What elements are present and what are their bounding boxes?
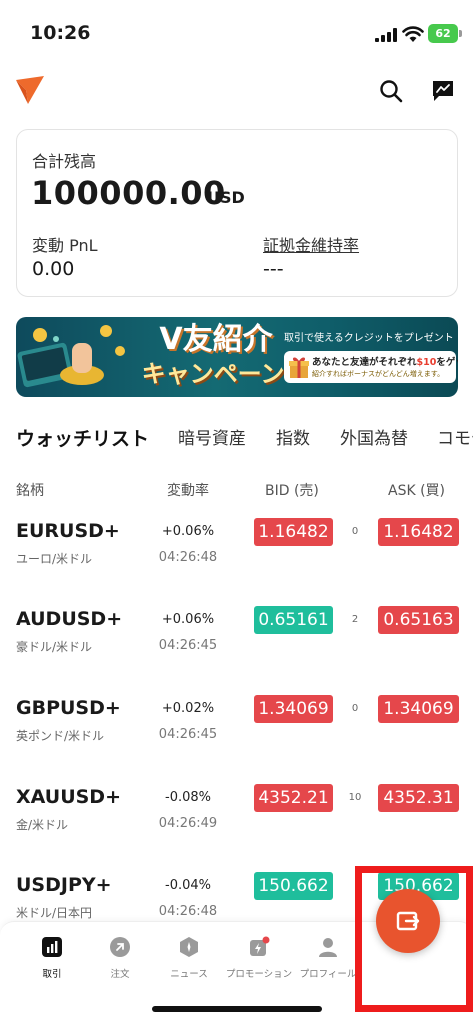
news-icon: [180, 937, 198, 957]
row-name: 米ドル/日本円: [16, 906, 93, 920]
orders-icon: [110, 937, 130, 957]
tab-indices[interactable]: 指数: [276, 424, 310, 449]
row-spread: 10: [348, 792, 362, 803]
balance-currency: USD: [207, 188, 245, 207]
highlight-annotation: [355, 866, 473, 1012]
row-spread: 0: [351, 703, 359, 714]
status-time: 10:26: [30, 22, 91, 44]
total-balance-value: 100000.00: [31, 174, 226, 212]
banner-gift-text: あなたと友達がそれぞれ$10をゲット!: [312, 354, 458, 368]
column-change: 変動率: [167, 483, 209, 499]
row-symbol: AUDUSD+: [16, 608, 123, 630]
row-time: 04:26:48: [158, 904, 218, 919]
row-symbol: XAUUSD+: [16, 786, 122, 808]
bid-price-button[interactable]: 1.34069: [254, 695, 333, 723]
balance-card[interactable]: 合計残高 100000.00 USD 変動 PnL 0.00 証拠金維持率 --…: [16, 129, 458, 297]
row-change: +0.02%: [161, 701, 215, 716]
cellular-signal-icon: [375, 28, 397, 42]
table-row[interactable]: EURUSD+ ユーロ/米ドル +0.06% 04:26:48 1.16482 …: [0, 518, 473, 600]
banner-subtitle: キャンペーン: [141, 360, 285, 388]
row-change: +0.06%: [161, 524, 215, 539]
margin-level-link[interactable]: 証拠金維持率: [263, 232, 359, 256]
banner-illustration-icon: [17, 325, 125, 388]
row-spread: 0: [351, 526, 359, 537]
promo-banner[interactable]: V友紹介 キャンペーン 取引で使えるクレジットをプレゼント あなたと友達がそれぞ…: [16, 317, 458, 397]
ask-price-button[interactable]: 0.65163: [378, 606, 459, 634]
profile-icon: [319, 938, 337, 957]
home-indicator: [152, 1006, 322, 1012]
pnl-value: 0.00: [32, 258, 75, 280]
row-name: 金/米ドル: [16, 818, 69, 832]
bid-price-button[interactable]: 1.16482: [254, 518, 333, 546]
row-name: 豪ドル/米ドル: [16, 640, 93, 654]
banner-caption: 取引で使えるクレジットをプレゼント: [284, 333, 454, 344]
battery-level: 62: [428, 24, 458, 43]
row-spread: 2: [351, 614, 359, 625]
gift-text-b: をゲット!: [436, 357, 458, 368]
tab-watchlist[interactable]: ウォッチリスト: [16, 424, 149, 451]
row-name: ユーロ/米ドル: [16, 552, 93, 566]
gift-icon: [289, 357, 309, 378]
gift-note: 紹介すればボーナスがどんどん増えます。: [312, 370, 445, 378]
row-change: -0.04%: [165, 878, 211, 893]
row-change: -0.08%: [165, 790, 211, 805]
total-balance-label: 合計残高: [32, 152, 97, 171]
row-time: 04:26:48: [158, 550, 218, 565]
pnl-label: 変動 PnL: [32, 236, 98, 255]
ask-price-button[interactable]: 1.34069: [378, 695, 459, 723]
banner-title: V友紹介: [159, 322, 273, 357]
gift-amount: $10: [416, 357, 437, 368]
row-time: 04:26:45: [158, 638, 218, 653]
wifi-icon: [402, 26, 424, 42]
row-change: +0.06%: [161, 612, 215, 627]
row-symbol: EURUSD+: [16, 520, 120, 542]
gift-text-a: あなたと友達がそれぞれ: [312, 357, 417, 368]
table-row[interactable]: GBPUSD+ 英ポンド/米ドル +0.02% 04:26:45 1.34069…: [0, 695, 473, 777]
tab-commodities[interactable]: コモディ: [437, 424, 473, 449]
column-bid: BID (売): [265, 483, 319, 499]
battery-icon: 62: [428, 24, 462, 43]
row-symbol: GBPUSD+: [16, 697, 121, 719]
row-name: 英ポンド/米ドル: [16, 729, 105, 743]
battery-tip: [459, 30, 462, 37]
row-symbol: USDJPY+: [16, 874, 112, 896]
bid-price-button[interactable]: 4352.21: [254, 784, 333, 812]
market-tabs: ウォッチリスト 暗号資産 指数 外国為替 コモディ: [0, 424, 473, 454]
app-logo-icon[interactable]: [14, 74, 46, 106]
row-time: 04:26:49: [158, 816, 218, 831]
ask-price-button[interactable]: 4352.31: [378, 784, 459, 812]
row-time: 04:26:45: [158, 727, 218, 742]
promotion-icon: [250, 936, 270, 956]
bar-chart-icon: [42, 937, 62, 957]
column-symbol: 銘柄: [16, 483, 44, 499]
tab-crypto[interactable]: 暗号資産: [178, 424, 246, 449]
table-row[interactable]: XAUUSD+ 金/米ドル -0.08% 04:26:49 4352.21 10…: [0, 784, 473, 866]
table-row[interactable]: AUDUSD+ 豪ドル/米ドル +0.06% 04:26:45 0.65161 …: [0, 606, 473, 688]
tab-forex[interactable]: 外国為替: [340, 424, 408, 449]
chart-message-icon[interactable]: [430, 78, 456, 104]
status-bar: 10:26 62: [0, 0, 473, 64]
bid-price-button[interactable]: 0.65161: [254, 606, 333, 634]
bid-price-button[interactable]: 150.662: [254, 872, 333, 900]
column-ask: ASK (買): [388, 483, 446, 499]
ask-price-button[interactable]: 1.16482: [378, 518, 459, 546]
banner-gift-box: あなたと友達がそれぞれ$10をゲット! 紹介すればボーナスがどんどん増えます。: [284, 351, 458, 383]
margin-level-value: ---: [263, 258, 284, 280]
search-icon[interactable]: [378, 78, 404, 104]
